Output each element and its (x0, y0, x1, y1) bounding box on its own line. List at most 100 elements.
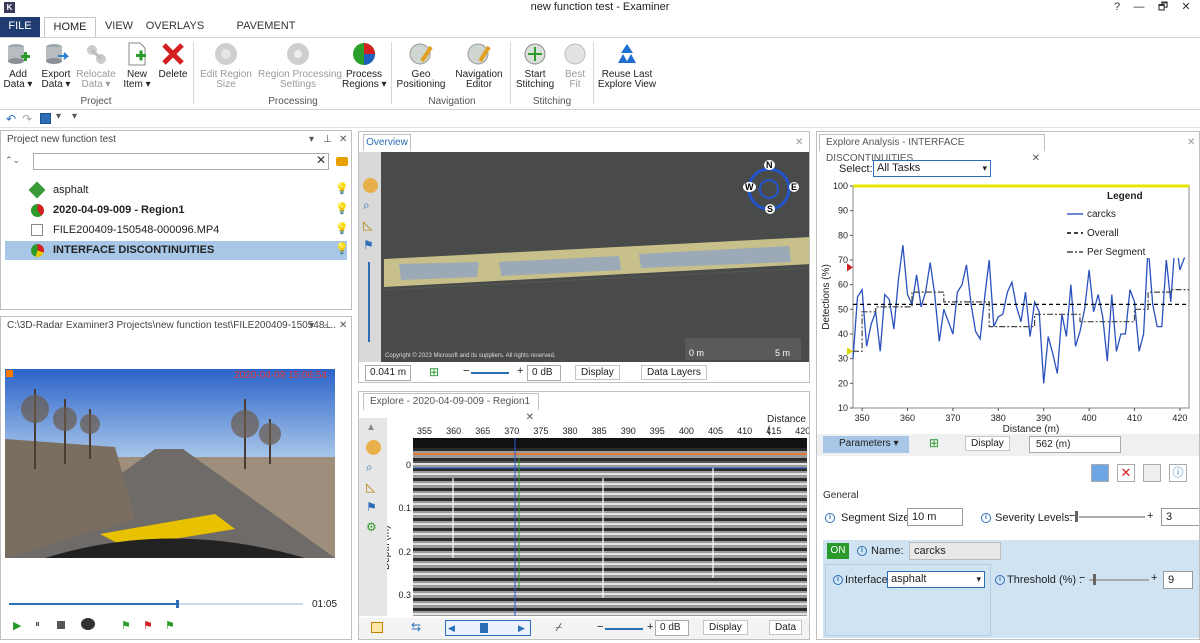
tab-home[interactable]: HOME (44, 17, 96, 37)
gain-plus[interactable]: + (517, 365, 523, 377)
tree-item-asphalt[interactable]: asphalt 💡 (28, 181, 349, 200)
project-search-input[interactable] (33, 153, 329, 170)
panel-dropdown-icon[interactable]: ▾ (309, 131, 314, 148)
grid-icon[interactable]: ⊞ (429, 365, 439, 379)
filter-icon[interactable] (336, 157, 348, 166)
add-task-icon[interactable] (1091, 464, 1109, 482)
pin-icon[interactable]: ⊥ (323, 131, 332, 148)
task-select[interactable]: All Tasks ▾ (873, 160, 991, 177)
region-processing-settings-button[interactable]: Region Processing Settings (258, 41, 342, 90)
gain-plus[interactable]: + (647, 621, 653, 633)
pan-hand-icon[interactable] (363, 178, 378, 193)
restore-button[interactable]: 🗗 (1152, 0, 1174, 16)
tab-overview[interactable]: Overview (363, 134, 411, 152)
save-icon[interactable] (40, 113, 51, 124)
video-seek-track[interactable] (9, 600, 303, 608)
threshold-thumb[interactable] (1093, 574, 1096, 585)
flag-icon[interactable]: ⚑ (366, 500, 381, 515)
export-data-button[interactable]: Export Data ▾ (38, 41, 74, 90)
gain-minus[interactable]: − (597, 621, 603, 633)
info-icon[interactable]: ⓘ (1169, 464, 1187, 482)
task-on-toggle[interactable]: ON (827, 543, 849, 559)
remove-marker-icon[interactable]: ⚑ (143, 619, 153, 632)
distance-field[interactable]: 562 (m) (1029, 436, 1121, 453)
camera-settings-icon[interactable] (81, 618, 95, 630)
tab-explore-analysis[interactable]: Explore Analysis - INTERFACE DISCONTINUI… (819, 134, 1045, 164)
process-regions-button[interactable]: Process Regions ▾ (342, 41, 387, 90)
bulb-on-icon[interactable]: 💡 (335, 242, 349, 255)
explore-scrollbar[interactable]: ◀ ▶ (445, 620, 531, 636)
close-tab-icon[interactable]: ✕ (795, 137, 803, 148)
geo-positioning-button[interactable]: Geo Positioning (396, 41, 446, 90)
tab-overlays[interactable]: OVERLAYS (144, 17, 206, 37)
bulb-off-icon[interactable]: 💡 (335, 182, 349, 195)
gain-field[interactable]: 0 dB (655, 620, 689, 636)
severity-plus[interactable]: + (1147, 510, 1153, 522)
analysis-icon[interactable]: ⚙ (366, 520, 381, 535)
gain-slider[interactable] (471, 372, 509, 374)
reuse-last-explore-view-button[interactable]: Reuse Last Explore View (596, 41, 658, 90)
marker-settings-icon[interactable]: ⚑ (165, 619, 175, 632)
copy-task-icon[interactable] (1143, 464, 1161, 482)
radargram-view[interactable] (413, 438, 807, 616)
help-button[interactable]: ? (1106, 0, 1128, 16)
tree-item-interface-discontinuities[interactable]: INTERFACE DISCONTINUITIES 💡 (5, 241, 349, 260)
zoom-icon[interactable]: ⌕ (363, 198, 378, 213)
no-scale-icon[interactable]: ⌿ (555, 620, 562, 635)
data-button[interactable]: Data (769, 620, 803, 635)
threshold-slider[interactable] (1089, 579, 1149, 581)
overview-toggle-icon[interactable] (371, 622, 383, 633)
measure-icon[interactable]: ◺ (363, 218, 378, 233)
customize-toolbar-icon[interactable]: ▾ (72, 111, 77, 122)
flag-icon[interactable]: ⚑ (363, 238, 378, 253)
display-button[interactable]: Display (965, 436, 1010, 451)
tab-pavement-analysis[interactable]: PAVEMENT ANALYSIS (212, 17, 320, 51)
segment-size-input[interactable]: 10 m (907, 508, 963, 526)
close-tab-icon[interactable]: ✕ (526, 410, 534, 426)
dashcam-video[interactable]: 2020-04-09 15:06:54 (5, 369, 335, 558)
severity-input[interactable]: 3 (1161, 508, 1199, 526)
scroll-up-icon[interactable]: ▲ (366, 422, 381, 437)
redo-icon[interactable]: ↷ (22, 112, 32, 126)
severity-slider[interactable] (1079, 516, 1145, 518)
pause-icon[interactable]: ⏸ (35, 619, 40, 630)
bulb-on-icon[interactable]: 💡 (335, 222, 349, 235)
new-item-button[interactable]: New Item ▾ (120, 41, 154, 90)
tab-file[interactable]: FILE (0, 17, 40, 37)
save-dropdown-icon[interactable]: ▾ (56, 111, 61, 122)
add-data-button[interactable]: Add Data ▾ (2, 41, 34, 90)
grid-icon[interactable]: ⊞ (929, 436, 939, 450)
display-button[interactable]: Display (575, 365, 620, 380)
close-window-button[interactable]: ✕ (1175, 0, 1197, 16)
gain-field[interactable]: 0 dB (527, 365, 561, 381)
delete-task-icon[interactable]: ✕ (1117, 464, 1135, 482)
collapse-all-icon[interactable]: ⌃⌄ (5, 155, 20, 166)
best-fit-button[interactable]: Best Fit (560, 41, 590, 90)
edit-region-size-button[interactable]: Edit Region Size (198, 41, 254, 90)
measure-icon[interactable]: ◺ (366, 480, 381, 495)
tree-item-region[interactable]: 2020-04-09-009 - Region1 💡 (29, 202, 349, 220)
navigation-editor-button[interactable]: Navigation Editor (452, 41, 506, 90)
bulb-on-icon[interactable]: 💡 (335, 202, 349, 215)
threshold-input[interactable]: 9 (1163, 571, 1193, 589)
clear-search-icon[interactable]: ✕ (316, 153, 326, 167)
map-view[interactable]: N S E W Copyright © 2023 Microsoft and i… (359, 152, 809, 362)
start-stitching-button[interactable]: Start Stitching (514, 41, 556, 90)
data-layers-button[interactable]: Data Layers (641, 365, 707, 380)
gain-slider[interactable] (605, 628, 643, 630)
zoom-icon[interactable]: ⌕ (366, 460, 381, 475)
undo-icon[interactable]: ↶ (6, 112, 16, 126)
interface-select[interactable]: asphalt ▾ (887, 571, 985, 588)
video-seek-thumb[interactable] (175, 600, 179, 608)
add-marker-icon[interactable]: ⚑ (121, 619, 131, 632)
task-name-input[interactable]: carcks (909, 542, 1001, 560)
threshold-minus[interactable]: − (1079, 572, 1085, 584)
detections-chart[interactable]: 10 20 30 40 50 60 70 80 90 100 350 360 370 380 390 400 4… (817, 180, 1200, 436)
pin-icon[interactable]: ⊥ (323, 317, 332, 334)
severity-thumb[interactable] (1075, 511, 1078, 522)
parameters-button[interactable]: Parameters ▾ (823, 436, 909, 453)
pan-hand-icon[interactable] (366, 440, 381, 455)
play-icon[interactable]: ▶ (13, 619, 21, 632)
zoom-slider[interactable] (368, 262, 370, 342)
relocate-data-button[interactable]: Relocate Data ▾ (76, 41, 116, 90)
